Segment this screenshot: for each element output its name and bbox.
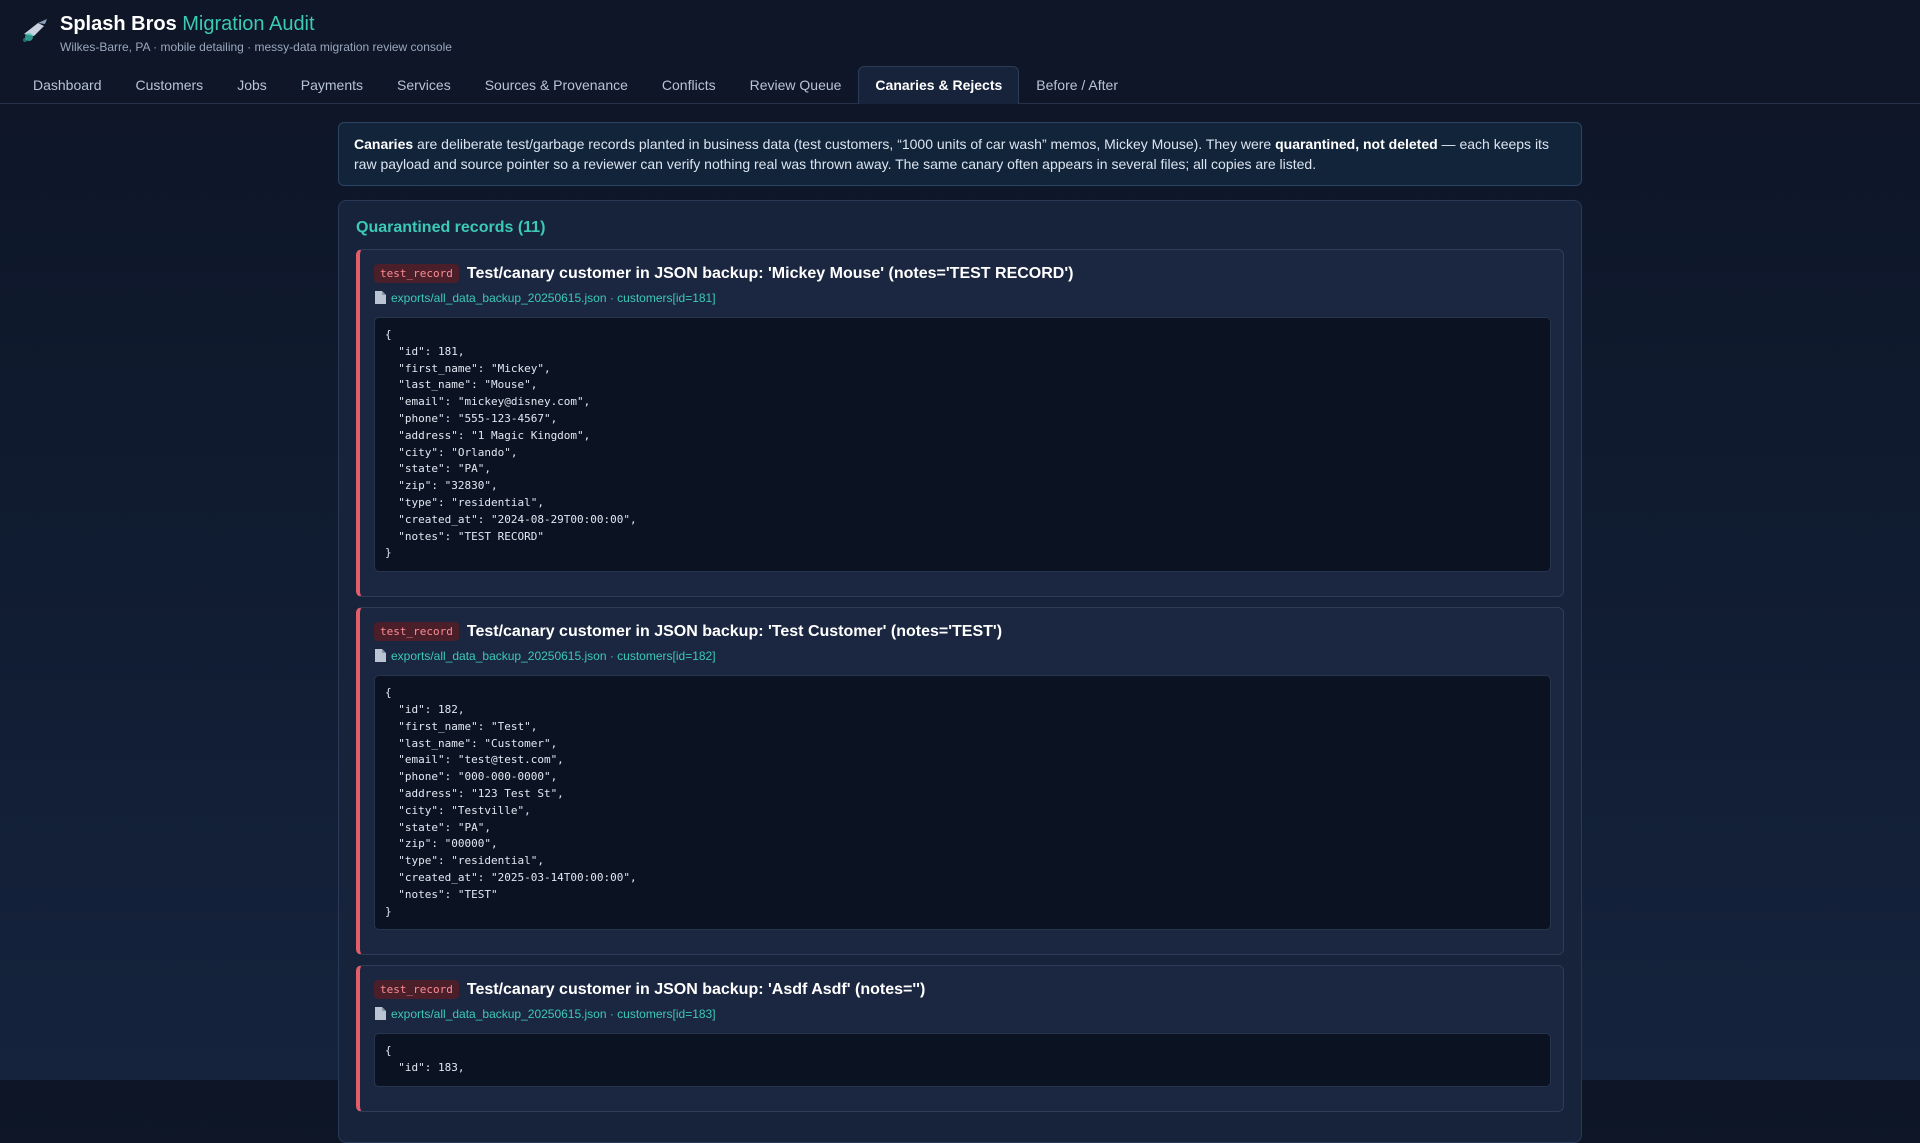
tab-jobs[interactable]: Jobs [220, 66, 284, 104]
app-title: Splash Bros Migration Audit [60, 13, 315, 36]
quarantined-record: test_record Test/canary customer in JSON… [356, 249, 1564, 598]
record-source-link[interactable]: exports/all_data_backup_20250615.json · … [374, 1006, 1551, 1021]
record-title: Test/canary customer in JSON backup: 'Te… [466, 622, 1003, 640]
record-source-path[interactable]: exports/all_data_backup_20250615.json · … [391, 291, 716, 305]
record-type-badge: test_record [374, 264, 459, 283]
info-emphasis: quarantined, not deleted [1275, 136, 1438, 152]
canaries-info-box: Canaries are deliberate test/garbage rec… [338, 122, 1582, 186]
record-source-path[interactable]: exports/all_data_backup_20250615.json · … [391, 649, 716, 663]
record-source-link[interactable]: exports/all_data_backup_20250615.json · … [374, 648, 1551, 663]
main-content: Canaries are deliberate test/garbage rec… [338, 122, 1582, 1143]
info-term: Canaries [354, 136, 414, 152]
record-type-badge: test_record [374, 622, 459, 642]
record-source-path[interactable]: exports/all_data_backup_20250615.json · … [391, 1007, 716, 1021]
info-text-1: are deliberate test/garbage records plan… [413, 136, 1276, 152]
tab-dashboard[interactable]: Dashboard [16, 66, 119, 104]
record-raw-payload: { "id": 182, "first_name": "Test", "last… [374, 675, 1551, 931]
quarantined-records-panel: Quarantined records (11) test_record Tes… [338, 200, 1582, 1143]
record-header: test_record Test/canary customer in JSON… [374, 264, 1551, 283]
file-icon [375, 291, 386, 304]
quarantined-record: test_record Test/canary customer in JSON… [356, 607, 1564, 956]
tab-review-queue[interactable]: Review Queue [733, 66, 859, 104]
record-title: Test/canary customer in JSON backup: 'As… [466, 980, 926, 998]
record-source-link[interactable]: exports/all_data_backup_20250615.json · … [374, 290, 1551, 305]
app-title-main: Splash Bros [60, 13, 177, 35]
quarantined-record: test_record Test/canary customer in JSON… [356, 965, 1564, 1112]
record-type-badge: test_record [374, 980, 459, 1000]
main-tabs: Dashboard Customers Jobs Payments Servic… [16, 65, 1135, 104]
tab-services[interactable]: Services [380, 66, 468, 104]
record-header: test_record Test/canary customer in JSON… [374, 980, 1551, 1000]
record-title: Test/canary customer in JSON backup: 'Mi… [466, 264, 1074, 282]
app-title-accent: Migration Audit [182, 13, 315, 35]
app-subtitle: Wilkes-Barre, PA · mobile detailing · me… [60, 40, 452, 54]
record-raw-payload: { "id": 183, [374, 1033, 1551, 1087]
tab-before-after[interactable]: Before / After [1019, 66, 1135, 104]
spray-gun-icon [23, 19, 47, 42]
tab-payments[interactable]: Payments [284, 66, 380, 104]
tab-conflicts[interactable]: Conflicts [645, 66, 733, 104]
tab-sources-provenance[interactable]: Sources & Provenance [468, 66, 645, 104]
app-header: Splash Bros Migration Audit Wilkes-Barre… [0, 0, 1920, 104]
record-raw-payload: { "id": 181, "first_name": "Mickey", "la… [374, 317, 1551, 573]
record-header: test_record Test/canary customer in JSON… [374, 622, 1551, 642]
file-icon [375, 649, 386, 663]
tab-customers[interactable]: Customers [119, 66, 221, 104]
file-icon [375, 1007, 386, 1021]
tab-canaries-rejects[interactable]: Canaries & Rejects [858, 66, 1020, 104]
panel-title: Quarantined records (11) [356, 219, 546, 236]
